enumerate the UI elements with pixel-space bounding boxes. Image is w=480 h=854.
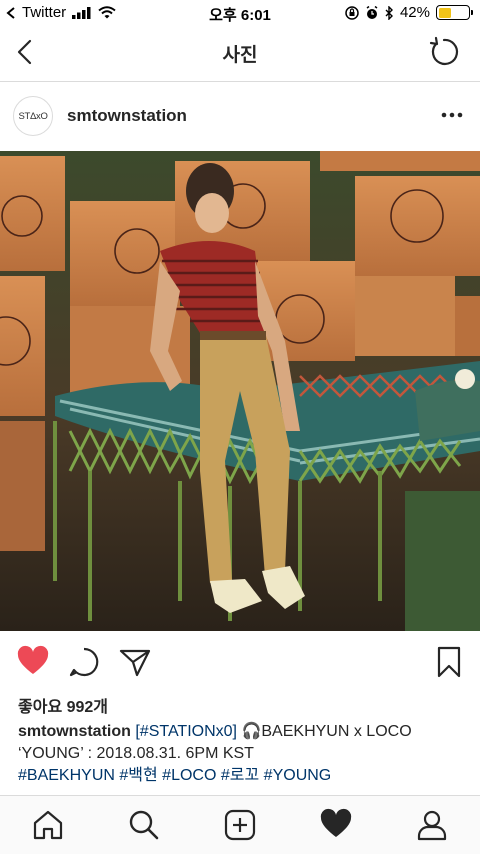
hashtag[interactable]: #로꼬 [221,767,259,784]
hashtag[interactable]: #YOUNG [264,767,332,784]
alarm-icon [366,5,378,19]
post-caption: smtownstation [#STATIONx0] 🎧BAEKHYUN x L… [18,721,468,787]
battery-fill [438,7,451,18]
headphones-emoji: 🎧 [241,723,262,740]
battery-icon [436,5,473,20]
refresh-icon[interactable] [426,34,462,70]
search-icon[interactable] [127,808,161,842]
status-right: 42% [345,4,473,21]
bookmark-icon[interactable] [432,645,466,679]
bluetooth-icon [385,5,393,20]
home-icon[interactable] [31,808,65,842]
post-header: STΔxO smtownstation [0,83,480,151]
share-icon[interactable] [118,645,152,679]
new-post-icon[interactable] [223,808,257,842]
nav-bar: 사진 [0,26,480,82]
hashtag[interactable]: #BAEKHYUN [18,767,115,784]
status-bar: Twitter 오후 6:01 42% [0,0,480,26]
hashtag[interactable]: #백현 [119,767,157,784]
hashtag[interactable]: #LOCO [162,767,216,784]
avatar[interactable]: STΔxO [13,96,53,136]
likes-count[interactable]: 좋아요 992개 [18,693,108,717]
page-title: 사진 [222,45,258,66]
post-photo-illustration [0,151,480,631]
avatar-logo-text: STΔxO [18,110,48,122]
post-photo[interactable] [0,151,480,631]
profile-icon[interactable] [415,808,449,842]
heart-filled-icon[interactable] [16,645,50,679]
orientation-lock-icon [345,5,359,20]
activity-icon[interactable] [319,808,353,842]
post-username[interactable]: smtownstation [67,106,187,126]
battery-percent: 42% [399,4,430,21]
caption-username[interactable]: smtownstation [18,723,131,740]
caption-station-tag[interactable]: [#STATIONx0] [135,723,237,740]
post-actions [0,631,480,691]
tab-bar [0,795,480,854]
comment-icon[interactable] [67,645,101,679]
more-horizontal-icon[interactable] [438,105,466,125]
